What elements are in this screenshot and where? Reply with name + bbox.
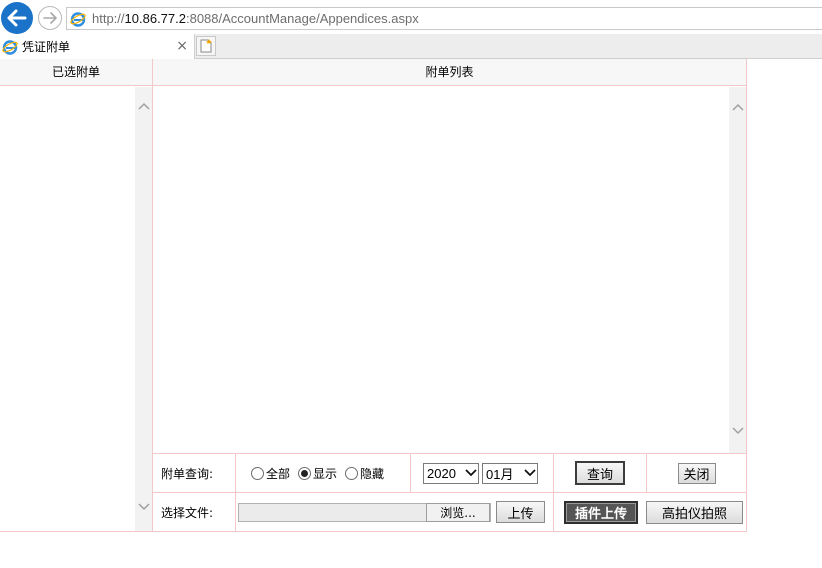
tab-voucher-attachments[interactable]: 凭证附单 × bbox=[0, 34, 195, 59]
plugin-upload-button[interactable]: 插件上传 bbox=[564, 500, 638, 524]
chevron-up-icon bbox=[137, 102, 150, 110]
selected-attachments-panel: 已选附单 bbox=[0, 59, 153, 532]
upload-button[interactable]: 上传 bbox=[496, 501, 545, 523]
attachment-list-header: 附单列表 bbox=[153, 59, 746, 86]
url-prefix: http:// bbox=[92, 11, 125, 26]
arrow-right-icon bbox=[43, 12, 57, 24]
close-button[interactable]: 关闭 bbox=[677, 462, 716, 484]
file-input-cell: 浏览... 上传 bbox=[236, 493, 554, 531]
ie-logo-icon bbox=[2, 39, 18, 55]
chevron-down-icon bbox=[731, 427, 744, 435]
address-bar: http://10.86.77.2:8088/AccountManage/App… bbox=[0, 0, 822, 34]
scroll-down-button[interactable] bbox=[729, 423, 746, 439]
radio-all-circle[interactable] bbox=[251, 466, 264, 480]
file-path-input[interactable]: 浏览... bbox=[238, 502, 491, 522]
radio-all[interactable]: 全部 bbox=[251, 465, 290, 482]
close-button-cell: 关闭 bbox=[647, 454, 746, 492]
scroll-down-button[interactable] bbox=[135, 499, 152, 515]
new-tab-button[interactable] bbox=[196, 36, 216, 56]
radio-selected-dot bbox=[301, 469, 309, 477]
arrow-left-icon bbox=[7, 9, 27, 27]
tab-title: 凭证附单 bbox=[22, 40, 71, 54]
chevron-down-icon bbox=[523, 464, 537, 483]
upload-row: 选择文件: 浏览... 上传 插件上传 高拍仪拍照 bbox=[153, 492, 746, 531]
attachment-list-panel: 附单列表 附单查询: 全部 显示 隐藏 2020 01月 查询 关闭 选择文件:… bbox=[153, 59, 747, 532]
url-field[interactable]: http://10.86.77.2:8088/AccountManage/App… bbox=[66, 7, 822, 30]
radio-show[interactable]: 显示 bbox=[298, 465, 337, 482]
date-filter-cell: 2020 01月 bbox=[411, 454, 554, 492]
display-filter-cell: 全部 显示 隐藏 bbox=[236, 454, 411, 492]
url-host: 10.86.77.2 bbox=[124, 11, 186, 26]
query-button[interactable]: 查询 bbox=[575, 461, 625, 485]
file-label-cell: 选择文件: bbox=[153, 493, 236, 531]
extra-upload-cell: 插件上传 高拍仪拍照 bbox=[554, 493, 746, 531]
back-button[interactable] bbox=[1, 2, 33, 34]
month-select[interactable]: 01月 bbox=[482, 462, 538, 484]
display-filter-group: 全部 显示 隐藏 bbox=[236, 465, 392, 482]
chevron-down-icon bbox=[137, 503, 150, 511]
chevron-up-icon bbox=[731, 103, 744, 111]
tab-strip: 凭证附单 × bbox=[0, 34, 822, 59]
query-label-cell: 附单查询: bbox=[153, 454, 236, 492]
query-button-cell: 查询 bbox=[554, 454, 647, 492]
radio-all-label: 全部 bbox=[266, 466, 291, 481]
document-camera-button[interactable]: 高拍仪拍照 bbox=[646, 500, 743, 524]
radio-show-label: 显示 bbox=[313, 466, 338, 481]
url-path: :8088/AccountManage/Appendices.aspx bbox=[185, 11, 419, 26]
close-tab-icon[interactable]: × bbox=[176, 38, 188, 54]
file-label: 选择文件: bbox=[161, 505, 214, 520]
forward-button[interactable] bbox=[38, 6, 62, 30]
selected-attachments-header: 已选附单 bbox=[0, 59, 152, 86]
radio-hide-label: 隐藏 bbox=[360, 466, 385, 481]
chevron-down-icon bbox=[464, 464, 478, 483]
scroll-up-button[interactable] bbox=[729, 99, 746, 115]
selected-list-scrollbar[interactable] bbox=[135, 87, 152, 531]
year-select[interactable]: 2020 bbox=[423, 462, 479, 484]
query-row: 附单查询: 全部 显示 隐藏 2020 01月 查询 关闭 bbox=[153, 453, 746, 492]
browse-button[interactable]: 浏览... bbox=[426, 502, 490, 522]
attachment-list bbox=[153, 86, 746, 453]
scroll-up-button[interactable] bbox=[135, 98, 152, 114]
new-tab-icon bbox=[200, 39, 212, 53]
radio-hide[interactable]: 隐藏 bbox=[345, 465, 384, 482]
year-value: 2020 bbox=[427, 465, 456, 481]
ie-logo-icon bbox=[70, 11, 86, 27]
query-label: 附单查询: bbox=[161, 466, 214, 481]
attachment-list-scrollbar[interactable] bbox=[729, 87, 746, 453]
radio-hide-circle[interactable] bbox=[345, 466, 359, 480]
radio-show-circle[interactable] bbox=[298, 466, 312, 480]
month-value: 01月 bbox=[486, 466, 514, 482]
